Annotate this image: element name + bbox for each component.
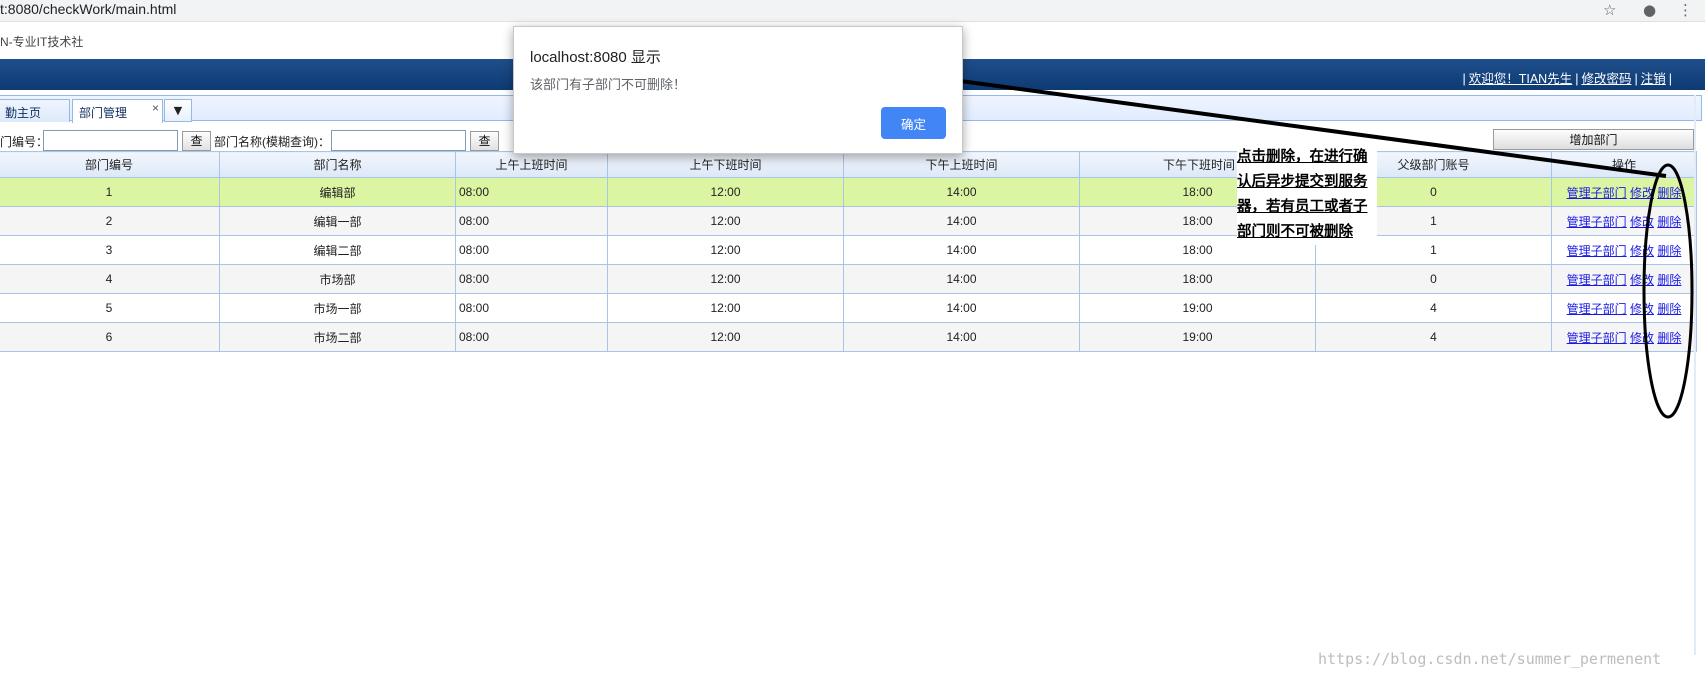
annotation-ellipse (1642, 163, 1694, 419)
dialog-ok-button[interactable]: 确定 (881, 107, 946, 139)
alert-dialog: localhost:8080 显示 该部门有子部门不可删除！ 确定 (513, 26, 963, 154)
watermark: https://blog.csdn.net/summer_permenent (1318, 650, 1662, 668)
dialog-title: localhost:8080 显示 (530, 49, 661, 66)
annotation-note: 点击删除，在进行确认后异步提交到服务器，若有员工或者子部门则不可被删除 (1237, 145, 1377, 245)
dialog-message: 该部门有子部门不可删除！ (530, 77, 687, 92)
